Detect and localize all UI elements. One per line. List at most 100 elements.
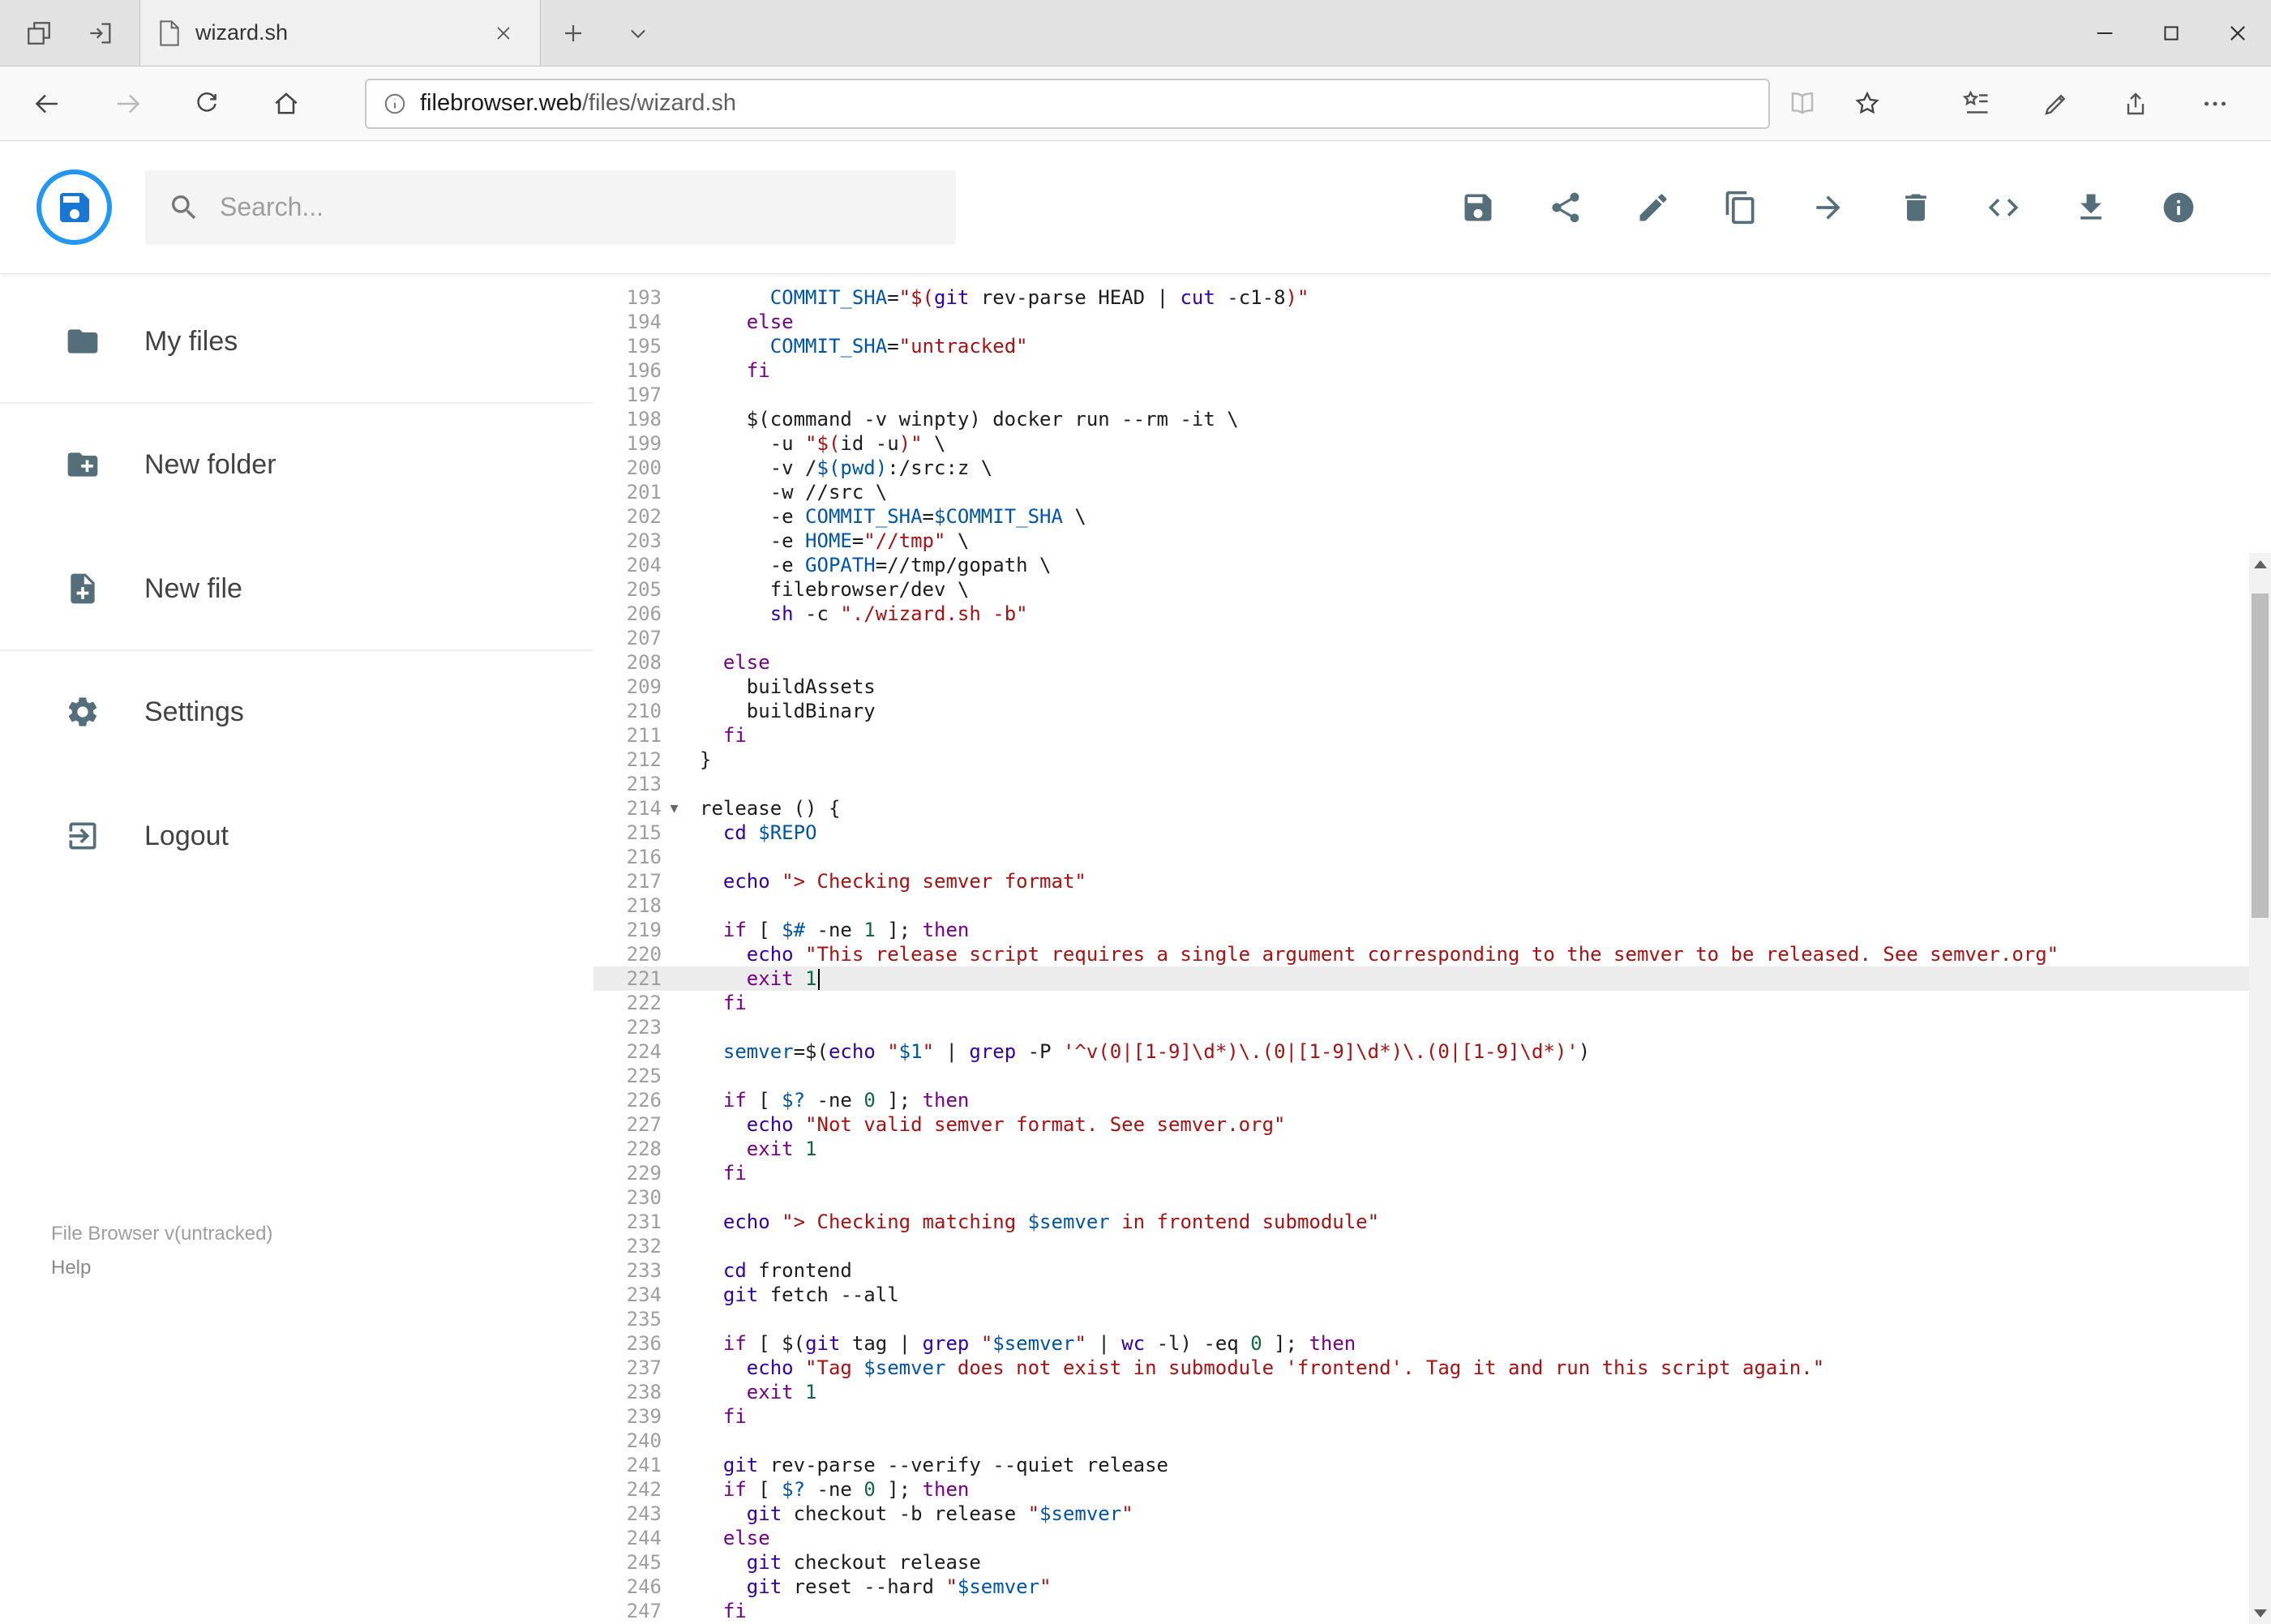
code-line[interactable]: 220 echo "This release script requires a… — [593, 942, 2271, 966]
sidebar-item-my-files[interactable]: My files — [0, 305, 593, 378]
code-editor[interactable]: 193 COMMIT_SHA="$(git rev-parse HEAD | c… — [593, 276, 2271, 1624]
delete-button[interactable] — [1872, 163, 1960, 252]
show-tab-previews-button[interactable] — [8, 0, 70, 66]
share-button[interactable] — [1522, 163, 1609, 252]
code-line[interactable]: 219 if [ $# -ne 1 ]; then — [593, 918, 2271, 942]
code-line[interactable]: 226 if [ $? -ne 0 ]; then — [593, 1088, 2271, 1112]
address-bar[interactable]: filebrowser.web/files/wizard.sh — [365, 78, 1770, 129]
code-line[interactable]: 204 -e GOPATH=//tmp/gopath \ — [593, 553, 2271, 577]
code-line[interactable]: 238 exit 1 — [593, 1380, 2271, 1404]
code-line[interactable]: 235 — [593, 1307, 2271, 1331]
code-line[interactable]: 193 COMMIT_SHA="$(git rev-parse HEAD | c… — [593, 285, 2271, 310]
code-line[interactable]: 196 fi — [593, 358, 2271, 383]
sidebar-item-settings[interactable]: Settings — [0, 675, 593, 748]
code-line[interactable]: 231 echo "> Checking matching $semver in… — [593, 1210, 2271, 1234]
tab-list-button[interactable] — [606, 0, 671, 66]
code-line[interactable]: 236 if [ $(git tag | grep "$semver" | wc… — [593, 1331, 2271, 1356]
code-line[interactable]: 223 — [593, 1015, 2271, 1039]
move-button[interactable] — [1785, 163, 1872, 252]
close-window-button[interactable] — [2205, 0, 2271, 66]
code-line[interactable]: 227 echo "Not valid semver format. See s… — [593, 1112, 2271, 1137]
code-line[interactable]: 210 buildBinary — [593, 699, 2271, 723]
scrollbar-up-arrow[interactable] — [2249, 553, 2271, 575]
code-line[interactable]: 245 git checkout release — [593, 1550, 2271, 1575]
help-link[interactable]: Help — [51, 1251, 272, 1285]
code-line[interactable]: 205 filebrowser/dev \ — [593, 577, 2271, 602]
code-line[interactable]: 199 -u "$(id -u)" \ — [593, 431, 2271, 456]
fold-marker-icon[interactable]: ▾ — [662, 796, 687, 821]
search-box[interactable] — [145, 169, 956, 245]
back-button[interactable] — [8, 71, 88, 136]
browser-tab-wizard-sh[interactable]: wizard.sh — [139, 0, 541, 66]
code-line[interactable]: 242 if [ $? -ne 0 ]; then — [593, 1477, 2271, 1502]
info-button[interactable] — [2135, 163, 2222, 252]
sidebar-item-new-folder[interactable]: New folder — [0, 428, 593, 501]
forward-button[interactable] — [88, 71, 167, 136]
share-page-button[interactable] — [2096, 71, 2175, 136]
hub-favorites-button[interactable] — [1937, 71, 2016, 136]
new-tab-button[interactable] — [541, 0, 606, 66]
code-line[interactable]: 239 fi — [593, 1404, 2271, 1429]
code-line[interactable]: 198 $(command -v winpty) docker run --rm… — [593, 407, 2271, 431]
minimize-button[interactable] — [2072, 0, 2138, 66]
code-line[interactable]: 234 git fetch --all — [593, 1283, 2271, 1307]
sidebar-item-new-file[interactable]: New file — [0, 552, 593, 625]
code-line[interactable]: 221 exit 1 — [593, 966, 2271, 991]
code-line[interactable]: 213 — [593, 772, 2271, 796]
code-line[interactable]: 233 cd frontend — [593, 1258, 2271, 1283]
code-line[interactable]: 202 -e COMMIT_SHA=$COMMIT_SHA \ — [593, 504, 2271, 529]
code-line[interactable]: 194 else — [593, 310, 2271, 334]
code-line[interactable]: 208 else — [593, 650, 2271, 675]
code-line[interactable]: 216 — [593, 845, 2271, 869]
code-line[interactable]: 200 -v /$(pwd):/src:z \ — [593, 456, 2271, 480]
site-info-icon[interactable] — [383, 92, 407, 116]
scrollbar-thumb[interactable] — [2252, 593, 2269, 918]
code-line[interactable]: 217 echo "> Checking semver format" — [593, 869, 2271, 893]
view-source-button[interactable] — [1960, 163, 2047, 252]
reading-view-button[interactable] — [1770, 71, 1835, 136]
code-line[interactable]: 215 cd $REPO — [593, 821, 2271, 845]
code-line[interactable]: 207 — [593, 626, 2271, 650]
code-line[interactable]: 214 ▾ release () { — [593, 796, 2271, 821]
code-line[interactable]: 247 fi — [593, 1599, 2271, 1623]
code-line[interactable]: 243 git checkout -b release "$semver" — [593, 1502, 2271, 1526]
scrollbar-down-arrow[interactable] — [2249, 1602, 2271, 1624]
code-line[interactable]: 229 fi — [593, 1161, 2271, 1185]
code-line[interactable]: 225 — [593, 1064, 2271, 1088]
line-number: 204 — [626, 554, 662, 576]
code-line[interactable]: 203 -e HOME="//tmp" \ — [593, 529, 2271, 553]
code-line[interactable]: 197 — [593, 383, 2271, 407]
code-line[interactable]: 224 semver=$(echo "$1" | grep -P '^v(0|[… — [593, 1039, 2271, 1064]
code-line[interactable]: 201 -w //src \ — [593, 480, 2271, 504]
code-line[interactable]: 241 git rev-parse --verify --quiet relea… — [593, 1453, 2271, 1477]
code-line[interactable]: 195 COMMIT_SHA="untracked" — [593, 334, 2271, 358]
set-tabs-aside-button[interactable] — [70, 0, 131, 66]
code-line[interactable]: 240 — [593, 1429, 2271, 1453]
code-line[interactable]: 222 fi — [593, 991, 2271, 1015]
code-line[interactable]: 237 echo "Tag $semver does not exist in … — [593, 1356, 2271, 1380]
code-line[interactable]: 232 — [593, 1234, 2271, 1258]
code-line[interactable]: 209 buildAssets — [593, 675, 2271, 699]
code-line[interactable]: 244 else — [593, 1526, 2271, 1550]
code-line[interactable]: 206 sh -c "./wizard.sh -b" — [593, 602, 2271, 626]
code-line[interactable]: 230 — [593, 1185, 2271, 1210]
rename-button[interactable] — [1609, 163, 1697, 252]
save-button[interactable] — [1434, 163, 1522, 252]
home-button[interactable] — [246, 71, 326, 136]
copy-button[interactable] — [1697, 163, 1785, 252]
code-line[interactable]: 212} — [593, 748, 2271, 772]
maximize-button[interactable] — [2138, 0, 2205, 66]
web-note-button[interactable] — [2016, 71, 2096, 136]
page-scrollbar[interactable] — [2249, 553, 2271, 1624]
code-line[interactable]: 246 git reset --hard "$semver" — [593, 1575, 2271, 1599]
code-line[interactable]: 228 exit 1 — [593, 1137, 2271, 1161]
tab-close-button[interactable] — [485, 0, 522, 66]
code-line[interactable]: 218 — [593, 893, 2271, 918]
code-line[interactable]: 211 fi — [593, 723, 2271, 748]
search-input[interactable] — [220, 192, 933, 222]
add-favorite-button[interactable] — [1835, 71, 1900, 136]
sidebar-item-logout[interactable]: Logout — [0, 799, 593, 872]
settings-and-more-button[interactable] — [2175, 71, 2255, 136]
refresh-button[interactable] — [167, 71, 246, 136]
download-button[interactable] — [2047, 163, 2135, 252]
